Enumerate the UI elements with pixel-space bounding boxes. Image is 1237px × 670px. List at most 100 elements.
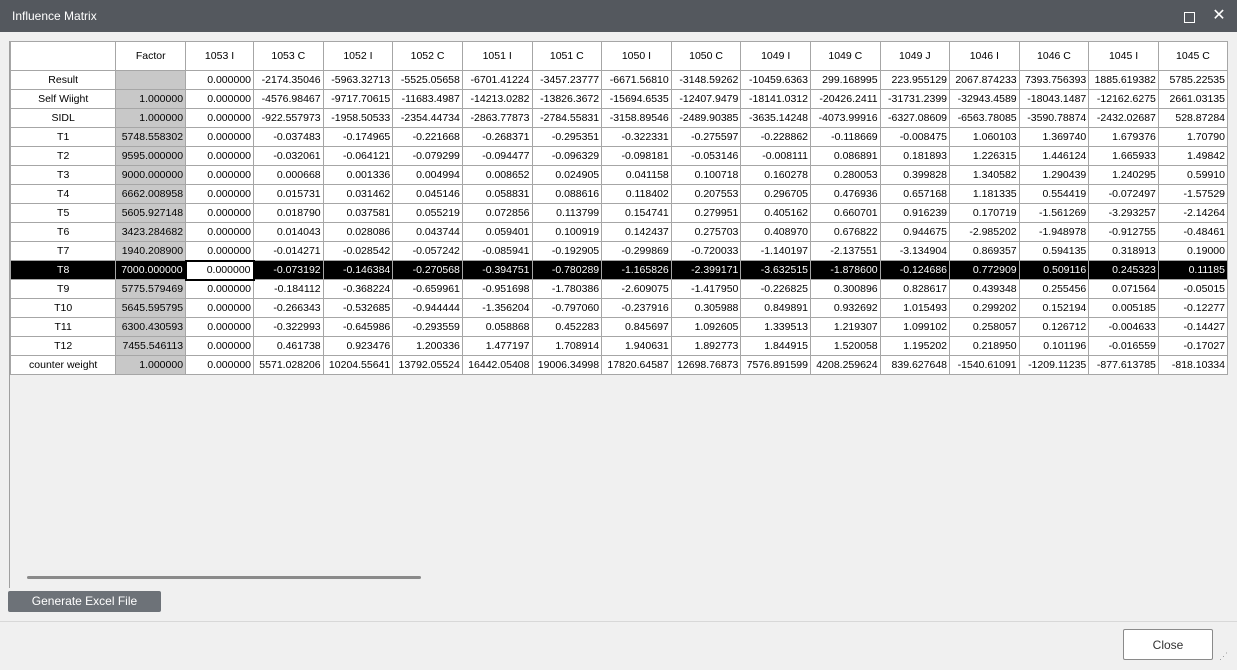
- matrix-cell[interactable]: 0.279951: [670, 203, 742, 223]
- matrix-cell[interactable]: 1.340582: [949, 165, 1020, 185]
- matrix-cell[interactable]: -20426.2411: [810, 89, 881, 109]
- column-header[interactable]: 1051 I: [461, 41, 533, 71]
- matrix-cell[interactable]: 223.955129: [879, 70, 951, 90]
- close-x-icon[interactable]: ✕: [1209, 6, 1229, 26]
- matrix-cell[interactable]: 0.001336: [322, 165, 394, 185]
- matrix-cell[interactable]: 0.154741: [601, 203, 672, 223]
- matrix-cell[interactable]: -1.878600: [810, 260, 881, 280]
- matrix-cell[interactable]: -0.237916: [601, 298, 672, 318]
- matrix-cell[interactable]: 1.844915: [740, 336, 811, 356]
- row-header[interactable]: T7: [10, 241, 117, 261]
- matrix-cell[interactable]: -0.174965: [322, 127, 394, 147]
- matrix-cell[interactable]: 16442.05408: [461, 355, 533, 375]
- column-header[interactable]: 1052 I: [322, 41, 394, 71]
- matrix-cell[interactable]: -0.368224: [322, 279, 394, 299]
- corner-cell[interactable]: [10, 41, 117, 71]
- matrix-cell[interactable]: -12407.9479: [670, 89, 742, 109]
- matrix-cell[interactable]: -1.561269: [1018, 203, 1090, 223]
- matrix-cell[interactable]: -2432.02687: [1088, 108, 1159, 128]
- matrix-cell[interactable]: 528.87284: [1157, 108, 1228, 128]
- matrix-cell[interactable]: 0.000000: [185, 70, 254, 90]
- matrix-cell[interactable]: 0.058831: [461, 184, 533, 204]
- row-header[interactable]: T10: [10, 298, 117, 318]
- matrix-cell[interactable]: -1209.11235: [1018, 355, 1090, 375]
- matrix-cell[interactable]: 2661.03135: [1157, 89, 1228, 109]
- matrix-cell[interactable]: 0.100718: [670, 165, 742, 185]
- matrix-cell[interactable]: 1.219307: [810, 317, 881, 337]
- matrix-cell[interactable]: 10204.55641: [322, 355, 394, 375]
- matrix-cell[interactable]: -0.014271: [253, 241, 324, 261]
- matrix-cell[interactable]: 0.100919: [531, 222, 603, 242]
- column-header[interactable]: Factor: [115, 41, 187, 71]
- matrix-cell[interactable]: 0.828617: [879, 279, 951, 299]
- matrix-cell[interactable]: 0.059401: [461, 222, 533, 242]
- matrix-cell[interactable]: 0.000000: [185, 222, 254, 242]
- matrix-cell[interactable]: -13826.3672: [531, 89, 603, 109]
- matrix-cell[interactable]: -2863.77873: [461, 108, 533, 128]
- matrix-cell[interactable]: 0.000000: [185, 184, 254, 204]
- matrix-cell[interactable]: 4208.259624: [810, 355, 881, 375]
- matrix-cell[interactable]: -0.098181: [601, 146, 672, 166]
- factor-cell[interactable]: 1.000000: [115, 89, 187, 109]
- matrix-cell[interactable]: 0.275703: [670, 222, 742, 242]
- matrix-cell[interactable]: 0.660701: [810, 203, 881, 223]
- table-row[interactable]: Result 0.000000 -2174.35046 -5963.32713 -552…: [10, 70, 1228, 90]
- factor-cell[interactable]: 6300.430593: [115, 317, 187, 337]
- matrix-cell[interactable]: -14213.0282: [461, 89, 533, 109]
- matrix-cell[interactable]: -0.48461: [1157, 222, 1228, 242]
- column-header[interactable]: 1053 C: [253, 41, 324, 71]
- matrix-cell[interactable]: 7393.756393: [1018, 70, 1090, 90]
- table-row[interactable]: T6 3423.284682 0.000000 0.014043 0.028086 0.0…: [10, 222, 1228, 242]
- matrix-cell[interactable]: 0.944675: [879, 222, 951, 242]
- matrix-cell[interactable]: 13792.05524: [392, 355, 463, 375]
- matrix-cell[interactable]: -0.124686: [879, 260, 951, 280]
- matrix-cell[interactable]: 0.000000: [185, 336, 254, 356]
- matrix-cell[interactable]: 0.19000: [1157, 241, 1228, 261]
- matrix-cell[interactable]: 1.181335: [949, 184, 1020, 204]
- matrix-cell[interactable]: -15694.6535: [601, 89, 672, 109]
- matrix-cell[interactable]: -0.085941: [461, 241, 533, 261]
- matrix-cell[interactable]: 0.000000: [185, 298, 254, 318]
- horizontal-scrollbar-thumb[interactable]: [27, 576, 421, 579]
- matrix-cell[interactable]: 0.005185: [1088, 298, 1159, 318]
- matrix-cell[interactable]: -6671.56810: [601, 70, 672, 90]
- table-row[interactable]: T2 9595.000000 0.000000 -0.032061 -0.064121-…: [10, 146, 1228, 166]
- matrix-cell[interactable]: -3148.59262: [670, 70, 742, 90]
- matrix-cell[interactable]: -0.944444: [392, 298, 463, 318]
- matrix-cell[interactable]: -0.184112: [253, 279, 324, 299]
- matrix-cell[interactable]: 1.665933: [1088, 146, 1159, 166]
- table-row[interactable]: T4 6662.008958 0.000000 0.015731 0.031462 0.0…: [10, 184, 1228, 204]
- matrix-cell[interactable]: -0.532685: [322, 298, 394, 318]
- matrix-cell[interactable]: 0.014043: [253, 222, 324, 242]
- matrix-cell[interactable]: 0.031462: [322, 184, 394, 204]
- matrix-cell[interactable]: 0.000668: [253, 165, 324, 185]
- matrix-cell[interactable]: 0.932692: [810, 298, 881, 318]
- matrix-cell[interactable]: -6327.08609: [879, 108, 951, 128]
- matrix-cell[interactable]: 0.018790: [253, 203, 324, 223]
- factor-cell[interactable]: 9000.000000: [115, 165, 187, 185]
- matrix-cell[interactable]: -0.293559: [392, 317, 463, 337]
- factor-cell[interactable]: 9595.000000: [115, 146, 187, 166]
- table-row[interactable]: Self Wiight 1.000000 0.000000 -4576.98467 -9…: [10, 89, 1228, 109]
- matrix-cell[interactable]: 0.113799: [531, 203, 603, 223]
- matrix-cell[interactable]: 0.218950: [949, 336, 1020, 356]
- matrix-cell[interactable]: -1.140197: [740, 241, 811, 261]
- matrix-cell[interactable]: -877.613785: [1088, 355, 1159, 375]
- matrix-cell[interactable]: 0.255456: [1018, 279, 1090, 299]
- row-header[interactable]: T5: [10, 203, 117, 223]
- matrix-cell[interactable]: 0.305988: [670, 298, 742, 318]
- matrix-cell[interactable]: 0.004994: [392, 165, 463, 185]
- matrix-cell[interactable]: -3.134904: [879, 241, 951, 261]
- matrix-cell[interactable]: -2.137551: [810, 241, 881, 261]
- matrix-cell[interactable]: 0.296705: [740, 184, 811, 204]
- matrix-cell[interactable]: -3158.89546: [601, 108, 672, 128]
- table-row[interactable]: T3 9000.000000 0.000000 0.000668 0.001336 0.0…: [10, 165, 1228, 185]
- matrix-cell[interactable]: 0.509116: [1018, 260, 1090, 280]
- matrix-cell[interactable]: -1958.50533: [322, 108, 394, 128]
- matrix-cell[interactable]: -5963.32713: [322, 70, 394, 90]
- matrix-cell[interactable]: 0.086891: [810, 146, 881, 166]
- matrix-cell[interactable]: 0.000000: [185, 203, 254, 223]
- matrix-cell[interactable]: -1540.61091: [949, 355, 1020, 375]
- matrix-cell[interactable]: 0.408970: [740, 222, 811, 242]
- row-header[interactable]: T8: [10, 260, 117, 280]
